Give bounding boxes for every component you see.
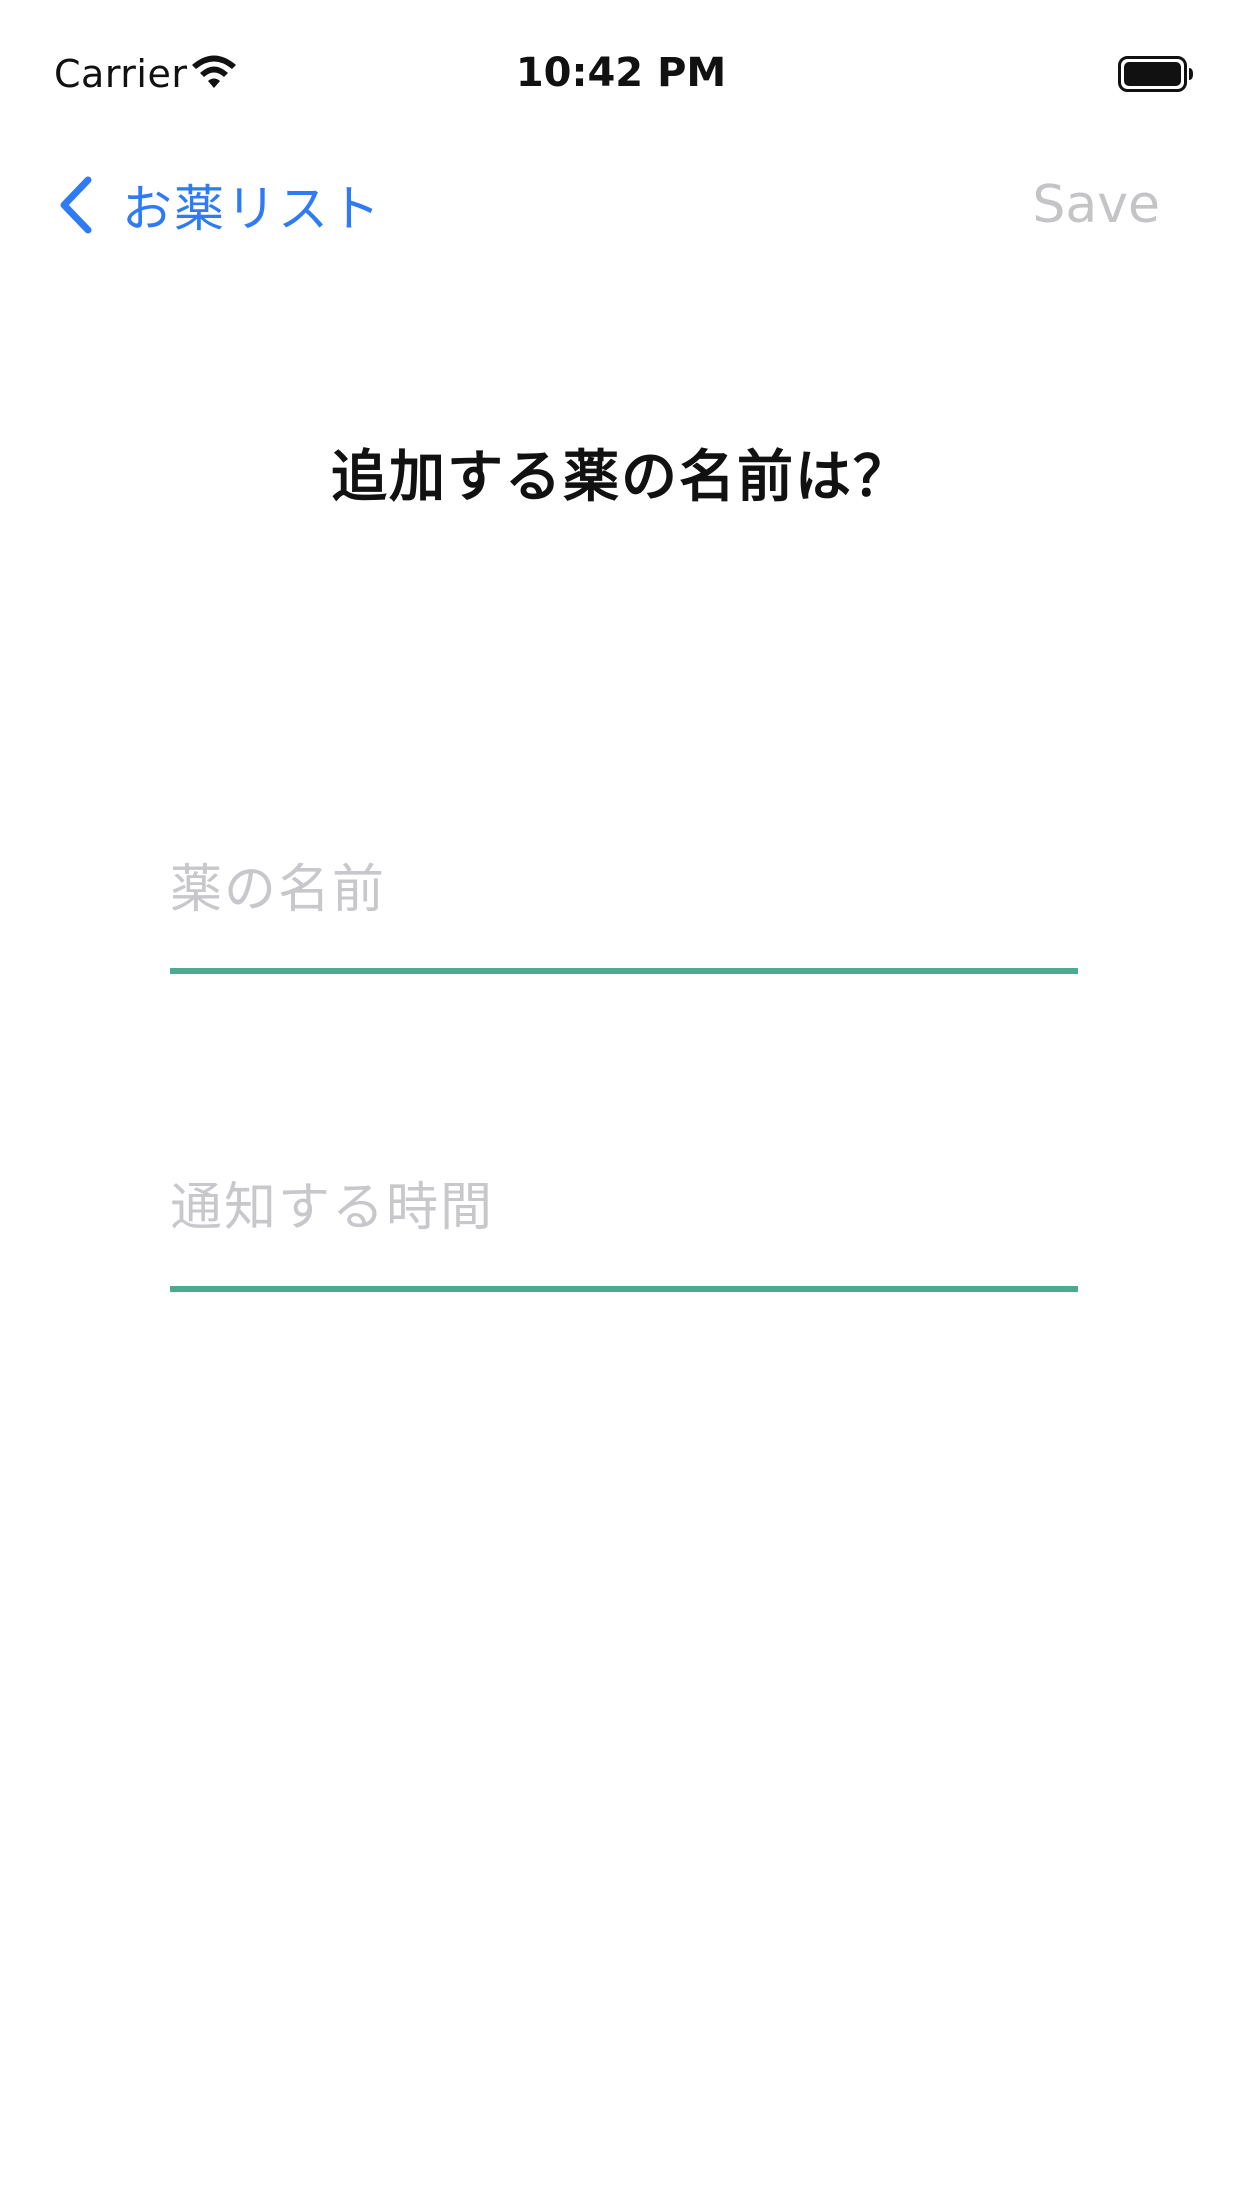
medicine-name-input[interactable]	[170, 842, 1078, 938]
save-button[interactable]: Save	[1032, 140, 1160, 270]
medicine-name-underline	[170, 968, 1078, 974]
notification-time-field	[170, 1160, 1078, 1292]
medicine-name-field	[170, 842, 1078, 974]
chevron-left-icon	[60, 176, 92, 234]
add-medicine-screen: Carrier 10:42 PM お薬リスト Save 追加する薬の名前は？	[0, 0, 1242, 2208]
navigation-bar: お薬リスト Save	[0, 140, 1242, 270]
back-button[interactable]: お薬リスト	[54, 140, 382, 270]
notification-time-input[interactable]	[170, 1160, 1078, 1256]
notification-time-underline	[170, 1286, 1078, 1292]
battery-icon	[1118, 56, 1193, 92]
page-title: 追加する薬の名前は？	[331, 445, 911, 510]
clock: 10:42 PM	[515, 50, 727, 96]
back-button-label: お薬リスト	[122, 180, 382, 238]
status-bar: Carrier 10:42 PM	[0, 0, 1242, 150]
